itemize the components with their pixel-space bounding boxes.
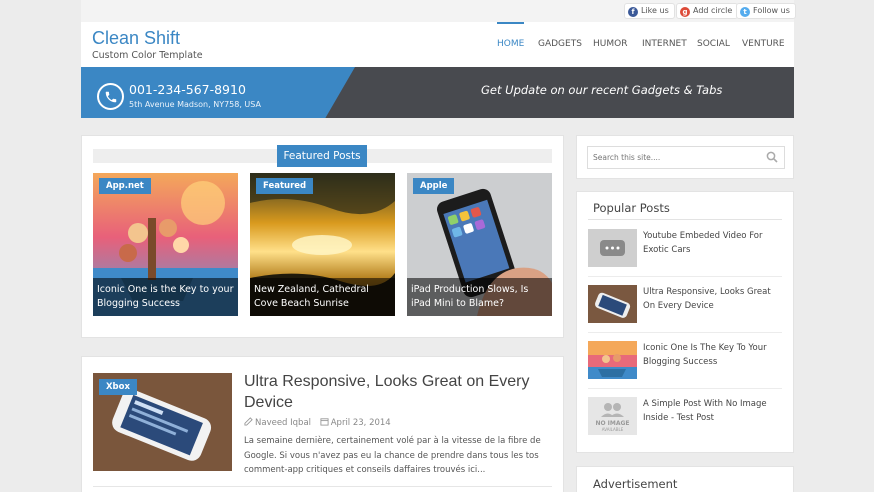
no-image-label: NO IMAGE <box>595 420 629 427</box>
post-date: April 23, 2014 <box>330 418 391 428</box>
popular-item-3[interactable]: Iconic One Is The Key To Your Blogging S… <box>588 341 782 381</box>
popular-item-4[interactable]: NO IMAGE AVAILABLE A Simple Post With No… <box>588 397 782 437</box>
item-divider <box>588 276 782 277</box>
phone-icon <box>97 83 124 110</box>
video-thumbnail-icon <box>588 229 637 267</box>
featured-heading: Featured Posts <box>277 145 367 167</box>
facebook-icon: f <box>628 7 638 17</box>
popular-posts-heading: Popular Posts <box>593 201 670 215</box>
site-header: Clean Shift Custom Color Template HOME G… <box>81 22 794 67</box>
heading-divider <box>588 219 782 220</box>
popular-thumbnail[interactable] <box>588 341 637 379</box>
featured-card-3[interactable]: Apple iPad Production Slows, Is iPad Min… <box>407 173 552 316</box>
googleplus-label: Add circle <box>693 6 733 15</box>
contact-banner: 001-234-567-8910 5th Avenue Madson, NY75… <box>81 67 794 118</box>
phone-number: 001-234-567-8910 <box>129 82 246 97</box>
nav-internet[interactable]: INTERNET <box>642 22 687 67</box>
search-icon[interactable] <box>766 151 778 163</box>
googleplus-add-button[interactable]: g Add circle <box>676 3 739 19</box>
featured-card-2[interactable]: Featured New Zealand, Cathedral Cove Bea… <box>250 173 395 316</box>
popular-item-title[interactable]: A Simple Post With No Image Inside - Tes… <box>643 397 783 425</box>
cartoon-thumbnail <box>588 341 637 379</box>
popular-item-2[interactable]: Ultra Responsive, Looks Great On Every D… <box>588 285 782 325</box>
category-tag[interactable]: Xbox <box>99 379 137 395</box>
googleplus-icon: g <box>680 7 690 17</box>
popular-item-title[interactable]: Youtube Embeded Video For Exotic Cars <box>643 229 783 257</box>
twitter-label: Follow us <box>753 6 790 15</box>
featured-posts-widget: Featured Posts App.net Iconic One is the… <box>81 135 564 338</box>
top-social-bar: f Like us g Add circle t Follow us <box>81 0 796 22</box>
post-thumbnail[interactable]: Xbox <box>93 373 232 471</box>
category-tag[interactable]: Featured <box>256 178 314 194</box>
category-tag[interactable]: App.net <box>99 178 151 194</box>
popular-thumbnail[interactable] <box>588 229 637 267</box>
twitter-follow-button[interactable]: t Follow us <box>736 3 796 19</box>
featured-caption[interactable]: New Zealand, Cathedral Cove Beach Sunris… <box>250 278 395 316</box>
popular-posts-widget: Popular Posts Youtube Embeded Video For … <box>576 191 794 453</box>
post-excerpt: La semaine dernière, certainement volé p… <box>244 436 541 475</box>
facebook-label: Like us <box>641 6 669 15</box>
site-subtitle: Custom Color Template <box>92 50 203 61</box>
facebook-like-button[interactable]: f Like us <box>624 3 675 19</box>
phone-thumbnail <box>588 285 637 323</box>
advertisement-widget: Advertisement <box>576 466 794 492</box>
nav-gadgets[interactable]: GADGETS <box>538 22 582 67</box>
popular-thumbnail[interactable]: NO IMAGE AVAILABLE <box>588 397 637 435</box>
category-tag[interactable]: Apple <box>413 178 455 194</box>
search-widget <box>576 135 794 179</box>
post-divider <box>93 486 552 487</box>
no-image-placeholder: NO IMAGE AVAILABLE <box>588 397 637 435</box>
no-image-sublabel: AVAILABLE <box>602 427 624 432</box>
item-divider <box>588 388 782 389</box>
search-input[interactable] <box>587 146 785 169</box>
pencil-icon <box>244 417 253 426</box>
nav-home[interactable]: HOME <box>497 22 525 67</box>
popular-thumbnail[interactable] <box>588 285 637 323</box>
post-meta: Naveed Iqbal April 23, 2014 <box>244 417 391 428</box>
item-divider <box>588 332 782 333</box>
nav-venture[interactable]: VENTURE <box>742 22 785 67</box>
popular-item-title[interactable]: Ultra Responsive, Looks Great On Every D… <box>643 285 783 313</box>
calendar-icon <box>320 418 329 426</box>
popular-item-title[interactable]: Iconic One Is The Key To Your Blogging S… <box>643 341 783 369</box>
post-list: Xbox Ultra Responsive, Looks Great on Ev… <box>81 356 564 492</box>
nav-social[interactable]: SOCIAL <box>697 22 730 67</box>
featured-caption[interactable]: Iconic One is the Key to your Blogging S… <box>93 278 238 316</box>
advertisement-heading: Advertisement <box>593 477 678 491</box>
featured-caption[interactable]: iPad Production Slows, Is iPad Mini to B… <box>407 278 552 316</box>
popular-item-1[interactable]: Youtube Embeded Video For Exotic Cars <box>588 229 782 269</box>
nav-humor[interactable]: HUMOR <box>593 22 627 67</box>
twitter-icon: t <box>740 7 750 17</box>
post-title[interactable]: Ultra Responsive, Looks Great on Every D… <box>244 371 544 413</box>
site-title[interactable]: Clean Shift <box>92 28 180 49</box>
post-author[interactable]: Naveed Iqbal <box>255 418 311 428</box>
featured-card-1[interactable]: App.net Iconic One is the Key to your Bl… <box>93 173 238 316</box>
address: 5th Avenue Madson, NY758, USA <box>129 100 261 109</box>
banner-tagline: Get Update on our recent Gadgets & Tabs <box>481 83 723 97</box>
